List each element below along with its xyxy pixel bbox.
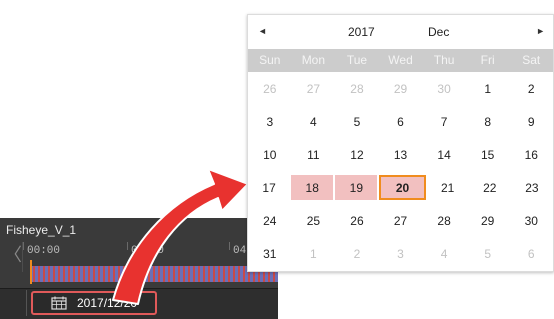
calendar-week-row: 17 18 19 20 21 22 23	[248, 171, 553, 204]
weekday-label: Wed	[388, 53, 413, 67]
calendar-day[interactable]: 14	[422, 138, 466, 171]
calendar-day[interactable]: 9	[509, 105, 553, 138]
calendar-day-grid: 26 27 28 29 30 1 2 3 4 5 6 7 8 9 10 11 12 13 14 15 16 17 18 19 2…	[248, 72, 553, 270]
calendar-day[interactable]: 13	[379, 138, 423, 171]
calendar-icon	[51, 296, 67, 310]
calendar-month[interactable]: Dec	[428, 25, 449, 39]
calendar-day-other-month[interactable]: 27	[292, 72, 336, 105]
calendar-day[interactable]: 10	[248, 138, 292, 171]
weekday-label: Tue	[346, 53, 368, 67]
weekday-label: Thu	[433, 53, 455, 67]
camera-name: Fisheye_V_1	[6, 223, 77, 237]
date-picker-value: 2017/12/20	[77, 296, 138, 310]
calendar-day-selected[interactable]: 20	[379, 175, 426, 200]
calendar-day[interactable]: 23	[511, 171, 553, 204]
footer-divider	[26, 290, 27, 316]
ruler-time-label: 00:00	[27, 245, 61, 257]
calendar-day[interactable]: 22	[469, 171, 511, 204]
calendar-day[interactable]: 24	[248, 204, 292, 237]
calendar-day[interactable]: 6	[379, 105, 423, 138]
next-month-triangle-right-icon[interactable]: ►	[536, 26, 545, 36]
calendar-day[interactable]: 1	[466, 72, 510, 105]
calendar-day[interactable]: 4	[292, 105, 336, 138]
calendar-day-other-month[interactable]: 29	[379, 72, 423, 105]
calendar-day-highlighted[interactable]: 19	[335, 175, 378, 200]
ruler-time-label: 02:00	[131, 245, 165, 257]
calendar-day[interactable]: 16	[509, 138, 553, 171]
calendar-day[interactable]: 25	[292, 204, 336, 237]
calendar-week-row: 3456789	[248, 105, 553, 138]
calendar-day[interactable]: 31	[248, 237, 292, 270]
ruler-time-label: 04	[233, 245, 247, 257]
calendar-day-other-month[interactable]: 5	[466, 237, 510, 270]
weekday-label: Fri	[480, 53, 495, 67]
calendar-day[interactable]: 3	[248, 105, 292, 138]
calendar-day[interactable]: 17	[248, 171, 290, 204]
calendar-day[interactable]: 15	[466, 138, 510, 171]
calendar-day-other-month[interactable]: 30	[422, 72, 466, 105]
calendar-day-other-month[interactable]: 2	[335, 237, 379, 270]
weekday-label: Sat	[522, 53, 541, 67]
calendar-day[interactable]: 2	[509, 72, 553, 105]
calendar-header: ◄ 2017 Dec ►	[248, 15, 553, 49]
calendar-day[interactable]: 8	[466, 105, 510, 138]
timeline-scroll-left-icon[interactable]: 〈	[4, 246, 22, 264]
calendar-week-row: 10 11 12 13 14 15 16	[248, 138, 553, 171]
calendar-year[interactable]: 2017	[348, 25, 375, 39]
prev-month-triangle-left-icon[interactable]: ◄	[258, 26, 267, 36]
ruler-tick	[23, 242, 24, 250]
weekday-label: Sun	[259, 53, 281, 67]
calendar-day[interactable]: 28	[422, 204, 466, 237]
calendar-week-row: 24 25 26 27 28 29 30	[248, 204, 553, 237]
calendar-week-row: 26 27 28 29 30 1 2	[248, 72, 553, 105]
weekday-header: Sun Mon Tue Wed Thu Fri Sat	[248, 49, 553, 72]
playhead-cursor[interactable]	[30, 260, 32, 284]
calendar-day[interactable]: 26	[335, 204, 379, 237]
playback-timeline-panel: Fisheye_V_1 〈 00:00 02:00 04 2017/12/20	[0, 218, 278, 319]
calendar-day-other-month[interactable]: 26	[248, 72, 292, 105]
weekday-label: Mon	[301, 53, 326, 67]
ruler-tick	[229, 242, 230, 250]
calendar-day-other-month[interactable]: 4	[422, 237, 466, 270]
calendar-week-row: 31 1 2 3 4 5 6	[248, 237, 553, 270]
calendar-day-other-month[interactable]: 6	[509, 237, 553, 270]
calendar-day-other-month[interactable]: 28	[335, 72, 379, 105]
calendar-day[interactable]: 5	[335, 105, 379, 138]
calendar-popup: ◄ 2017 Dec ► Sun Mon Tue Wed Thu Fri Sat…	[247, 14, 554, 272]
calendar-day-highlighted[interactable]: 18	[291, 175, 334, 200]
calendar-day[interactable]: 7	[422, 105, 466, 138]
calendar-day[interactable]: 21	[427, 171, 469, 204]
calendar-day[interactable]: 29	[466, 204, 510, 237]
date-picker-button[interactable]: 2017/12/20	[31, 291, 157, 315]
calendar-day[interactable]: 30	[509, 204, 553, 237]
calendar-day[interactable]: 12	[335, 138, 379, 171]
ruler-tick	[127, 242, 128, 250]
recording-bar[interactable]	[30, 266, 278, 282]
calendar-day-other-month[interactable]: 3	[379, 237, 423, 270]
calendar-day[interactable]: 11	[292, 138, 336, 171]
calendar-day-other-month[interactable]: 1	[292, 237, 336, 270]
calendar-day[interactable]: 27	[379, 204, 423, 237]
